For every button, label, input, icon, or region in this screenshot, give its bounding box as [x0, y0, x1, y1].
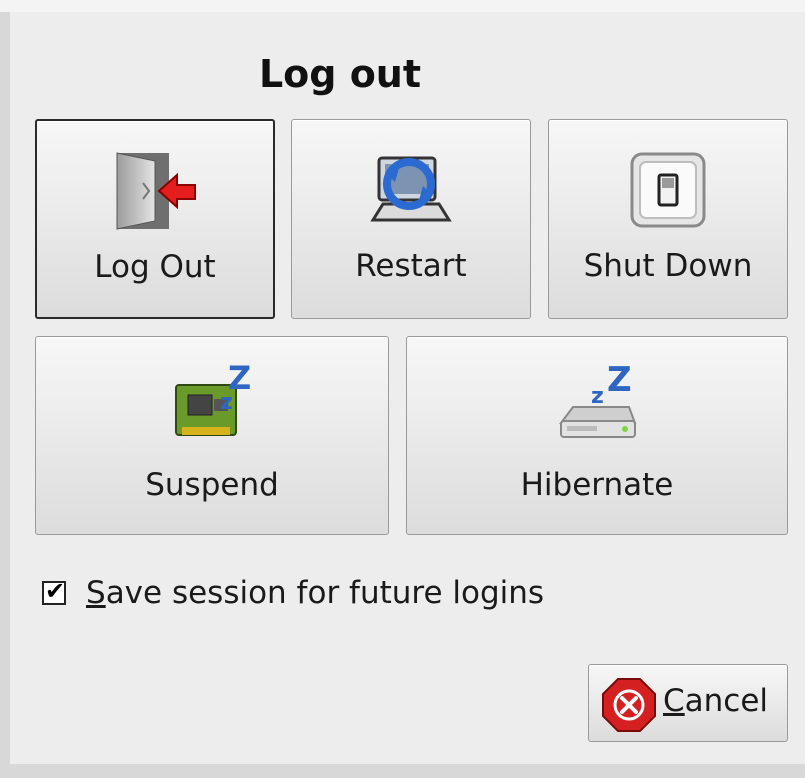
- cancel-button[interactable]: Cancel: [588, 664, 788, 742]
- save-session-label: Save session for future logins: [86, 575, 544, 611]
- checkmark-icon: ✔: [45, 577, 66, 605]
- save-session-label-text: ave session for future logins: [105, 575, 545, 611]
- hibernate-label: Hibernate: [520, 467, 674, 503]
- cancel-label: Cancel: [663, 683, 768, 719]
- cancel-mnemonic: C: [663, 683, 685, 719]
- svg-text:z: z: [591, 384, 604, 409]
- window-top-edge: [0, 0, 805, 12]
- suspend-chip-icon: z Z: [170, 359, 254, 451]
- restart-icon: [369, 148, 453, 238]
- restart-label: Restart: [355, 248, 467, 284]
- shut-down-label: Shut Down: [583, 248, 753, 284]
- hibernate-button[interactable]: z Z Hibernate: [406, 336, 788, 535]
- log-out-button[interactable]: Log Out: [35, 119, 275, 319]
- log-out-label: Log Out: [94, 249, 216, 285]
- dialog-title: Log out: [258, 52, 422, 96]
- save-session-option[interactable]: ✔ Save session for future logins: [42, 574, 544, 612]
- save-session-checkbox[interactable]: ✔: [42, 577, 66, 605]
- power-switch-icon: [626, 148, 710, 236]
- hibernate-disk-icon: z Z: [555, 360, 639, 451]
- shut-down-button[interactable]: Shut Down: [548, 119, 788, 319]
- suspend-label: Suspend: [145, 467, 279, 503]
- suspend-button[interactable]: z Z Suspend: [35, 336, 389, 535]
- restart-button[interactable]: Restart: [291, 119, 531, 319]
- cancel-label-text: ancel: [684, 683, 769, 719]
- save-session-mnemonic: S: [86, 575, 106, 611]
- svg-text:Z: Z: [228, 363, 251, 397]
- cancel-icon: [601, 677, 657, 737]
- logout-door-icon: [109, 149, 201, 239]
- svg-text:Z: Z: [607, 363, 632, 400]
